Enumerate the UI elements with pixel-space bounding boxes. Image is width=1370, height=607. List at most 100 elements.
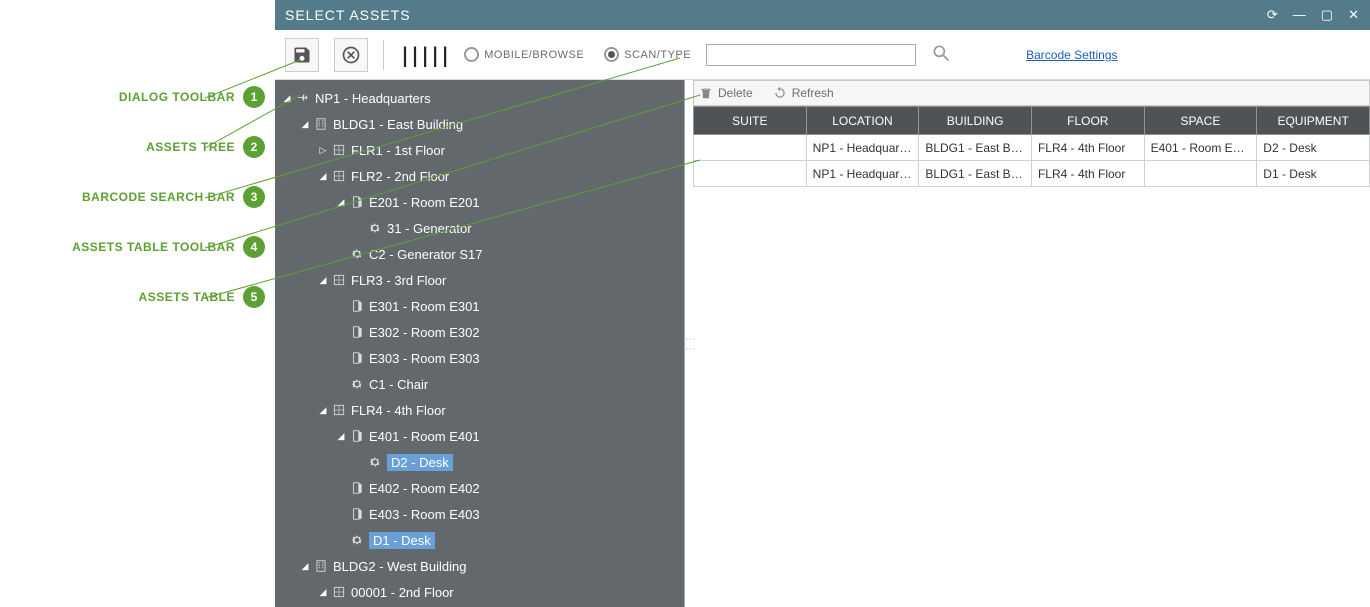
tree-toggle-icon[interactable]: ◢ <box>317 275 329 286</box>
table-cell: D1 - Desk <box>1257 161 1370 187</box>
tree-node[interactable]: ◢ BLDG1 - East Building <box>275 111 684 137</box>
tree-node[interactable]: C1 - Chair <box>275 371 684 397</box>
door-icon <box>350 325 364 339</box>
dialog-toolbar: ||||| MOBILE/BROWSE SCAN/TYPE Barcode Se… <box>275 30 1370 80</box>
tree-node[interactable]: ◢E201 - Room E201 <box>275 189 684 215</box>
tree-node[interactable]: E402 - Room E402 <box>275 475 684 501</box>
tree-toggle-icon[interactable]: ◢ <box>317 405 329 416</box>
tree-node[interactable]: D2 - Desk <box>275 449 684 475</box>
tree-node[interactable]: E301 - Room E301 <box>275 293 684 319</box>
column-header[interactable]: LOCATION <box>806 107 919 135</box>
tree-toggle-icon[interactable]: ◢ <box>299 561 311 572</box>
tree-label: 31 - Generator <box>387 221 472 236</box>
pin-icon <box>296 91 310 105</box>
tree-label: D1 - Desk <box>369 532 435 549</box>
tree-toggle-icon[interactable]: ◢ <box>317 171 329 182</box>
tree-node[interactable]: ◢BLDG2 - West Building <box>275 553 684 579</box>
maximize-icon[interactable]: ▢ <box>1321 7 1334 23</box>
titlebar: SELECT ASSETS ⟳ — ▢ ✕ <box>275 0 1370 30</box>
tree-node[interactable]: E302 - Room E302 <box>275 319 684 345</box>
gear-icon <box>368 455 382 469</box>
tree-node[interactable]: E303 - Room E303 <box>275 345 684 371</box>
barcode-search-input[interactable] <box>706 44 916 66</box>
column-header[interactable]: SUITE <box>694 107 807 135</box>
table-cell: NP1 - Headquarters <box>806 161 919 187</box>
column-header[interactable]: FLOOR <box>1031 107 1144 135</box>
table-cell: BLDG1 - East Building <box>919 161 1032 187</box>
tree-label: E403 - Room E403 <box>369 507 480 522</box>
building-icon <box>314 117 328 131</box>
tree-node[interactable]: 31 - Generator <box>275 215 684 241</box>
radio-label: SCAN/TYPE <box>624 49 691 61</box>
column-header[interactable]: SPACE <box>1144 107 1257 135</box>
door-icon <box>350 351 364 365</box>
callout-label: BARCODE SEARCH BAR <box>82 190 235 204</box>
callout-label: ASSETS TABLE <box>139 290 235 304</box>
tree-toggle-icon[interactable]: ◢ <box>335 431 347 442</box>
tree-toggle-icon[interactable]: ◢ <box>335 197 347 208</box>
cancel-button[interactable] <box>334 38 368 72</box>
callout-badge: 2 <box>243 136 265 158</box>
barcode-settings-link[interactable]: Barcode Settings <box>1026 48 1117 62</box>
table-row[interactable]: NP1 - HeadquartersBLDG1 - East BuildingF… <box>694 161 1370 187</box>
save-icon <box>292 45 312 65</box>
refresh-button[interactable]: Refresh <box>773 86 834 100</box>
callout-label: ASSETS TABLE TOOLBAR <box>72 240 235 254</box>
table-cell <box>1144 161 1257 187</box>
tree-toggle-icon[interactable]: ◢ <box>281 93 293 104</box>
radio-mobile-browse[interactable]: MOBILE/BROWSE <box>464 47 584 62</box>
column-header[interactable]: BUILDING <box>919 107 1032 135</box>
tree-node[interactable]: C2 - Generator S17 <box>275 241 684 267</box>
tree-toggle-icon[interactable]: ◢ <box>317 587 329 598</box>
tree-node[interactable]: ◢E401 - Room E401 <box>275 423 684 449</box>
tree-toggle-icon[interactable]: ◢ <box>299 119 311 130</box>
callout-item: DIALOG TOOLBAR 1 <box>0 86 265 108</box>
tree-toggle-icon[interactable]: ▷ <box>317 145 329 156</box>
tree-label: BLDG1 - East Building <box>333 117 463 132</box>
refresh-label: Refresh <box>792 86 834 100</box>
barcode-icon: ||||| <box>399 43 449 67</box>
tree-node[interactable]: ◢ 00001 - 2nd Floor <box>275 579 684 605</box>
gear-icon <box>350 247 364 261</box>
gear-icon <box>350 377 364 391</box>
tree-label: D2 - Desk <box>387 454 453 471</box>
gear-icon <box>368 221 382 235</box>
radio-scan-type[interactable]: SCAN/TYPE <box>604 47 691 62</box>
tree-label: 00001 - 2nd Floor <box>351 585 454 600</box>
callout-badge: 4 <box>243 236 265 258</box>
door-icon <box>350 429 364 443</box>
tree-node[interactable]: D1 - Desk <box>275 527 684 553</box>
tree-node[interactable]: ▷FLR1 - 1st Floor <box>275 137 684 163</box>
floor-icon <box>332 403 346 417</box>
trash-icon <box>699 86 713 100</box>
sync-icon[interactable]: ⟳ <box>1267 7 1279 23</box>
tree-node[interactable]: ◢ FLR4 - 4th Floor <box>275 397 684 423</box>
radio-label: MOBILE/BROWSE <box>484 49 584 61</box>
assets-table-panel: Delete Refresh SUITELOCATIONBUILDINGFLOO… <box>693 80 1370 607</box>
delete-button[interactable]: Delete <box>699 86 753 100</box>
save-button[interactable] <box>285 38 319 72</box>
column-header[interactable]: EQUIPMENT <box>1257 107 1370 135</box>
radio-icon <box>464 47 479 62</box>
close-icon[interactable]: ✕ <box>1348 7 1360 23</box>
callout-badge: 5 <box>243 286 265 308</box>
tree-node[interactable]: ◢FLR3 - 3rd Floor <box>275 267 684 293</box>
refresh-icon <box>773 86 787 100</box>
minimize-icon[interactable]: — <box>1293 7 1307 23</box>
tree-node[interactable]: ◢NP1 - Headquarters <box>275 85 684 111</box>
door-icon <box>350 195 364 209</box>
table-cell: E401 - Room E401 <box>1144 135 1257 161</box>
app-window: SELECT ASSETS ⟳ — ▢ ✕ ||||| MOBILE/BROWS… <box>275 0 1370 607</box>
splitter[interactable]: ⋮⋮ <box>685 80 693 607</box>
tree-node[interactable]: E403 - Room E403 <box>275 501 684 527</box>
tree-node[interactable]: ◢ FLR2 - 2nd Floor <box>275 163 684 189</box>
assets-table: SUITELOCATIONBUILDINGFLOORSPACEEQUIPMENT… <box>693 106 1370 187</box>
tree-label: E301 - Room E301 <box>369 299 480 314</box>
tree-label: FLR2 - 2nd Floor <box>351 169 449 184</box>
callout-badge: 1 <box>243 86 265 108</box>
tree-label: FLR4 - 4th Floor <box>351 403 446 418</box>
door-icon <box>350 507 364 521</box>
assets-tree[interactable]: ◢NP1 - Headquarters◢BLDG1 - East Buildin… <box>275 80 685 607</box>
search-button[interactable] <box>931 43 951 66</box>
table-row[interactable]: NP1 - HeadquartersBLDG1 - East BuildingF… <box>694 135 1370 161</box>
